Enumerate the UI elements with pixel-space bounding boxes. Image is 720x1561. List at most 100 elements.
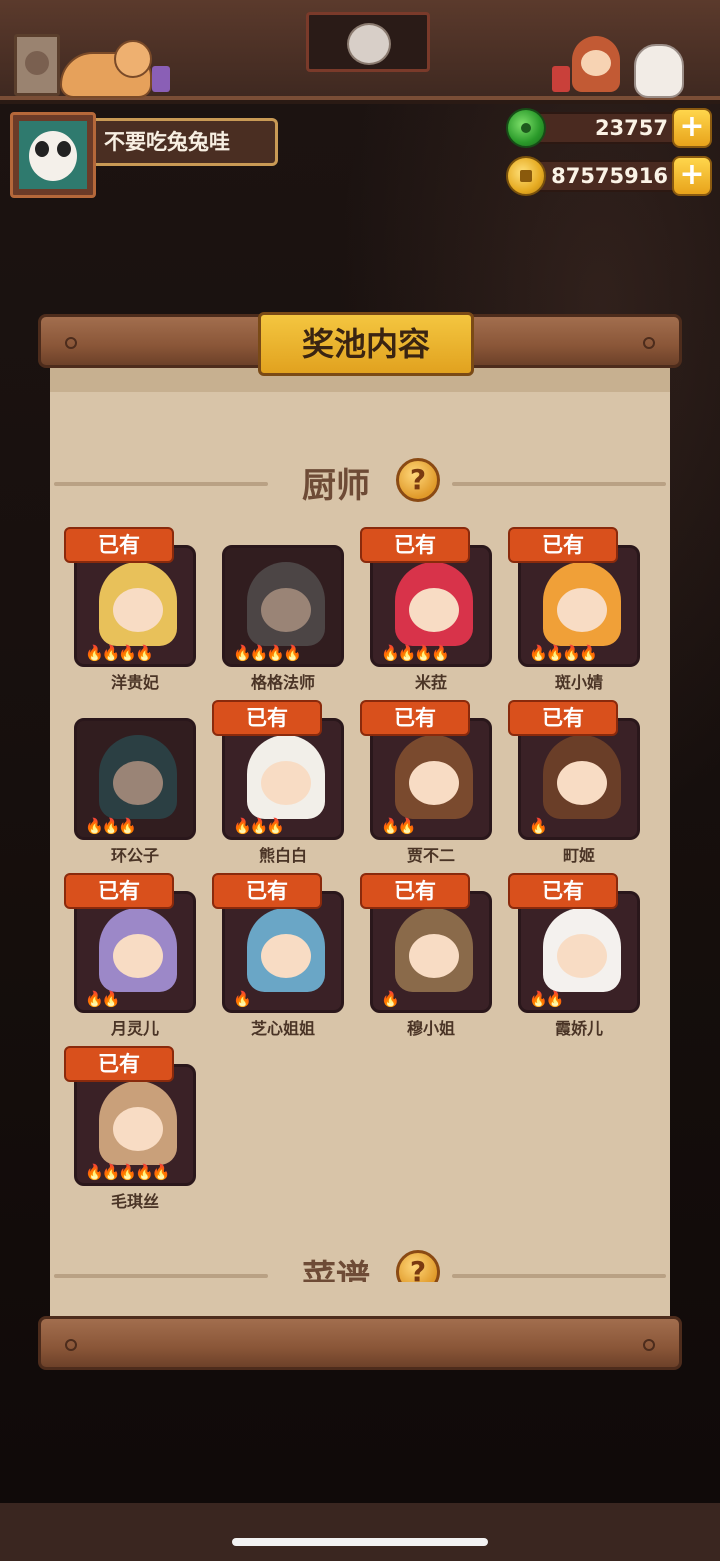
flame-icon: 🔥🔥🔥	[233, 817, 285, 835]
chef-name: 米菈	[414, 673, 447, 692]
player-avatar[interactable]	[10, 112, 96, 198]
chef-card[interactable]: 🔥🔥 已有贾不二	[360, 700, 510, 880]
owned-badge: 已有	[508, 873, 618, 909]
section-divider	[54, 1274, 268, 1278]
bottom-bar	[0, 1503, 720, 1561]
panel-title: 奖池内容	[258, 312, 474, 376]
chef-card[interactable]: 🔥🔥🔥🔥 已有斑小婧	[508, 527, 658, 707]
question-icon[interactable]: ?	[396, 1250, 440, 1282]
flame-icon: 🔥🔥🔥🔥🔥	[85, 1163, 170, 1181]
coin-icon	[506, 156, 546, 196]
chef-name: 环公子	[110, 846, 159, 865]
chef-character	[543, 562, 621, 646]
chef-card[interactable]: 🔥🔥 已有月灵儿	[64, 873, 214, 1053]
chef-card[interactable]: 🔥🔥 已有霞娇儿	[508, 873, 658, 1053]
flame-icon: 🔥🔥🔥🔥	[381, 644, 450, 662]
paw-frame-decoration	[14, 34, 60, 96]
section-title-chefs: 厨师	[302, 466, 370, 506]
add-coins-button[interactable]: +	[672, 156, 712, 196]
flame-icon: 🔥🔥🔥	[85, 817, 137, 835]
chef-portrait: 🔥🔥	[74, 891, 196, 1013]
chef-card[interactable]: 🔥 已有 穆小姐	[360, 873, 510, 1053]
chef-card[interactable]: 🔥🔥🔥🔥 格格法师	[212, 527, 362, 707]
chef-portrait: 🔥	[518, 718, 640, 840]
chef-name: 洋贵妃	[110, 673, 159, 692]
chef-portrait: 🔥🔥🔥🔥🔥	[74, 1064, 196, 1186]
chef-character	[395, 735, 473, 819]
chef-card[interactable]: 🔥 已有芝心姐姐	[212, 873, 362, 1053]
white-cat-decoration	[634, 44, 684, 98]
owned-badge: 已有	[64, 873, 174, 909]
add-jade-button[interactable]: +	[672, 108, 712, 148]
red-cup-decoration	[552, 66, 570, 92]
player-name: 不要吃兔兔哇	[96, 118, 278, 166]
coin-counter: 87575916 +	[506, 156, 714, 196]
chef-character	[99, 908, 177, 992]
owned-badge: 已有	[212, 873, 322, 909]
section-title-recipes: 菜谱	[302, 1258, 370, 1282]
chef-name: 毛琪丝	[110, 1192, 159, 1211]
chef-card[interactable]: 🔥🔥🔥🔥 已有洋贵妃	[64, 527, 214, 707]
purple-cup-decoration	[152, 66, 170, 92]
owned-badge: 已有	[508, 700, 618, 736]
scroll-bottom-roller	[38, 1316, 682, 1370]
chef-name: 町姬	[562, 846, 595, 865]
chef-name: 贾不二	[406, 846, 455, 865]
chef-portrait: 🔥	[370, 891, 492, 1013]
section-divider	[54, 482, 268, 486]
flame-icon: 🔥	[233, 990, 252, 1008]
flame-icon: 🔥🔥🔥🔥	[85, 644, 154, 662]
chef-character	[247, 908, 325, 992]
flame-icon: 🔥	[529, 817, 548, 835]
boy-character-decoration	[572, 36, 620, 92]
section-divider	[452, 1274, 666, 1278]
owned-badge: 已有	[64, 527, 174, 563]
chef-portrait: 🔥🔥🔥🔥	[74, 545, 196, 667]
chef-name: 霞娇儿	[554, 1019, 603, 1038]
chef-name: 格格法师	[250, 673, 315, 692]
chef-character	[247, 735, 325, 819]
chef-portrait: 🔥🔥🔥🔥	[222, 545, 344, 667]
chef-card[interactable]: 🔥 已有町姬	[508, 700, 658, 880]
chef-portrait: 🔥🔥🔥	[222, 718, 344, 840]
flame-icon: 🔥🔥🔥🔥	[233, 644, 302, 662]
chef-portrait: 🔥🔥	[518, 891, 640, 1013]
jade-icon	[506, 108, 546, 148]
home-indicator[interactable]	[232, 1538, 488, 1546]
recipe-section-header: 菜谱 ?	[50, 1240, 670, 1282]
chef-character	[543, 735, 621, 819]
chef-card[interactable]: 🔥🔥🔥🔥🔥 已有 毛琪丝	[64, 1046, 214, 1226]
chef-name: 穆小姐	[406, 1019, 455, 1038]
question-icon[interactable]: ?	[396, 458, 440, 502]
jade-counter: 23757 +	[506, 108, 714, 148]
chef-name: 月灵儿	[110, 1019, 159, 1038]
chef-portrait: 🔥🔥🔥🔥	[518, 545, 640, 667]
chef-character	[99, 562, 177, 646]
flame-icon: 🔥🔥🔥🔥	[529, 644, 598, 662]
flame-icon: 🔥🔥	[529, 990, 564, 1008]
jade-amount: 23757	[530, 112, 682, 144]
chef-card[interactable]: 🔥🔥🔥 已有熊白白	[212, 700, 362, 880]
sleeping-cat-decoration	[60, 40, 152, 98]
chef-name: 斑小婧	[554, 673, 603, 692]
hanging-sign	[306, 12, 430, 72]
chef-character	[99, 1081, 177, 1165]
owned-badge: 已有	[360, 527, 470, 563]
chef-character	[543, 908, 621, 992]
chef-name: 芝心姐姐	[250, 1019, 315, 1038]
chef-portrait: 🔥🔥🔥	[74, 718, 196, 840]
coin-amount: 87575916	[530, 160, 682, 192]
flame-icon: 🔥	[381, 990, 400, 1008]
chef-card[interactable]: 🔥🔥🔥 环公子	[64, 700, 214, 880]
chef-character	[395, 562, 473, 646]
owned-badge: 已有	[212, 700, 322, 736]
section-divider	[452, 482, 666, 486]
chef-character	[395, 908, 473, 992]
owned-badge: 已有	[360, 700, 470, 736]
chef-name: 熊白白	[258, 846, 307, 865]
chef-card[interactable]: 🔥🔥🔥🔥 已有米菈	[360, 527, 510, 707]
chef-portrait: 🔥	[222, 891, 344, 1013]
owned-badge: 已有	[508, 527, 618, 563]
flame-icon: 🔥🔥	[381, 817, 416, 835]
chef-portrait: 🔥🔥	[370, 718, 492, 840]
